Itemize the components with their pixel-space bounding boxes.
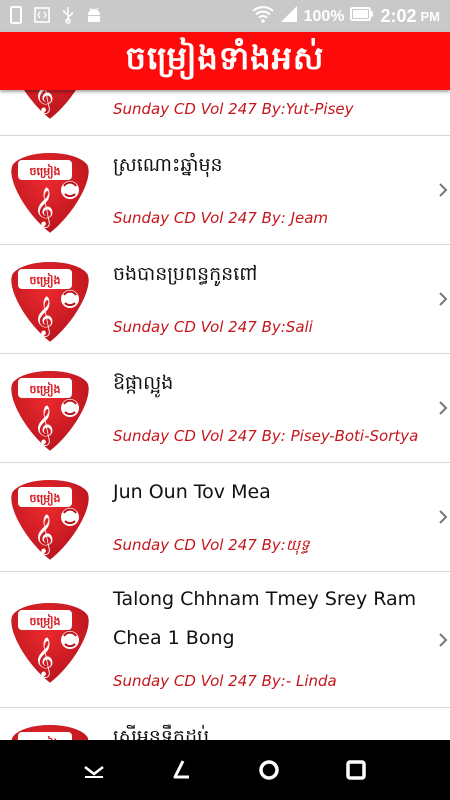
song-title: Jun Oun Tov Mea [113, 481, 271, 503]
recents-slash-icon[interactable] [166, 755, 196, 785]
app-header: ចម្រៀងទាំងអស់ [0, 32, 450, 90]
status-bar: 100% 2:02 PM [0, 0, 450, 32]
home-circle-icon[interactable] [254, 755, 284, 785]
guitar-pick-music-logo-icon: ចម្រៀង 𝄞 [9, 260, 91, 345]
thumb-label: ចម្រៀង [30, 491, 61, 506]
treble-clef-icon: 𝄞 [34, 90, 54, 114]
treble-clef-icon: 𝄞 [34, 405, 54, 446]
treble-clef-icon: 𝄞 [34, 637, 54, 678]
guitar-pick-music-logo-icon: ចម្រៀង 𝄞 [9, 478, 91, 563]
guitar-pick-music-logo-icon: ចម្រៀង𝄞 [22, 90, 78, 121]
song-subtitle: Sunday CD Vol 247 By:- Linda [113, 672, 337, 690]
song-list-item[interactable]: ចម្រៀង 𝄞 ស្រណោះឆ្នាំមុន Sunday CD Vol 247 B… [0, 136, 450, 245]
battery-percent: 100% [303, 7, 345, 25]
song-thumbnail: ចម្រៀង 𝄞 [4, 471, 96, 563]
song-list-item[interactable]: ចម្រៀង 𝄞 Jun Oun Tov Mea Sunday CD Vol 247 … [0, 463, 450, 572]
song-subtitle: Sunday CD Vol 247 By:យុទ្ធ [113, 536, 310, 554]
thumb-label: ចម្រៀង [30, 164, 61, 179]
song-subtitle: Sunday CD Vol 247 By: Jeam [113, 209, 329, 227]
song-thumbnail: ចម្រៀង 𝄞 [4, 362, 96, 454]
phone-icon [8, 6, 24, 24]
page-title: ចម្រៀងទាំងអស់ [125, 38, 325, 77]
clock-ampm: PM [420, 9, 441, 24]
wifi-icon [251, 5, 274, 28]
android-icon [86, 6, 102, 24]
song-thumbnail: ចម្រៀង𝄞 [4, 90, 96, 122]
song-list-content: ចម្រៀង𝄞Sunday CD Vol 247 By:Yut-Piseyចម្… [0, 90, 450, 740]
chevron-right-icon [438, 182, 448, 198]
chevron-right-icon [438, 400, 448, 416]
clock-time: 2:02 [380, 6, 417, 26]
guitar-pick-music-logo-icon: ចម្រៀង 𝄞 [9, 151, 91, 236]
battery-icon [350, 7, 374, 26]
guitar-pick-music-logo-icon: ចម្រៀង 𝄞 [9, 369, 91, 454]
song-list-item[interactable]: ចម្រៀង𝄞 Sunday CD Vol 247 By:Yut-Pisey [0, 90, 450, 136]
overview-square-icon[interactable] [341, 755, 371, 785]
song-list-item[interactable]: ចម្រៀង 𝄞 ចងបានប្រពន្ធកូនពៅ Sunday CD Vol 24… [0, 245, 450, 354]
song-title: ស្រីអូនទឹកដប់ [113, 726, 210, 740]
song-title: ឱផ្កាល្អូង [113, 372, 174, 394]
song-thumbnail: ចម្រៀង 𝄞 [4, 253, 96, 345]
status-notification-icons [8, 6, 102, 24]
code-icon [34, 6, 50, 24]
navigation-bar [0, 740, 450, 800]
back-chevron-icon[interactable] [79, 755, 109, 785]
chevron-right-icon [438, 291, 448, 307]
song-list-item[interactable]: ចម្រៀង 𝄞 Talong Chhnam Tmey Srey Ram Chea … [0, 572, 450, 708]
song-thumbnail: ចម្រៀង 𝄞 [4, 594, 96, 686]
thumb-label: ចម្រៀង [30, 382, 61, 397]
usb-icon [60, 6, 76, 24]
treble-clef-icon: 𝄞 [34, 296, 54, 337]
song-thumbnail: ចម្រៀង 𝄞 [4, 144, 96, 236]
chevron-right-icon [438, 632, 448, 648]
song-subtitle: Sunday CD Vol 247 By:Yut-Pisey [113, 100, 354, 118]
song-title: ចងបានប្រពន្ធកូនពៅ [113, 263, 258, 285]
thumb-label: ចម្រៀង [30, 273, 61, 288]
chevron-right-icon [438, 509, 448, 525]
thumb-label: ចម្រៀង [30, 614, 61, 629]
song-list[interactable]: ចម្រៀង𝄞Sunday CD Vol 247 By:Yut-Piseyចម្… [0, 90, 450, 740]
song-subtitle: Sunday CD Vol 247 By:Sali [113, 318, 313, 336]
treble-clef-icon: 𝄞 [34, 187, 54, 228]
signal-icon [280, 5, 298, 28]
treble-clef-icon: 𝄞 [34, 514, 54, 555]
status-system-area: 100% 2:02 PM [251, 5, 441, 28]
song-thumbnail: ចម្រៀង𝄞 [4, 716, 96, 740]
guitar-pick-music-logo-icon: ចម្រៀង 𝄞 [9, 600, 91, 685]
song-title: ស្រណោះឆ្នាំមុន [113, 154, 223, 176]
song-list-item[interactable]: ចម្រៀង 𝄞 ឱផ្កាល្អូង Sunday CD Vol 247 By: P… [0, 354, 450, 463]
guitar-pick-music-logo-icon: ចម្រៀង𝄞 [9, 723, 91, 740]
song-list-item[interactable]: ចម្រៀង𝄞 ស្រីអូនទឹកដប់ [0, 708, 450, 740]
song-subtitle: Sunday CD Vol 247 By: Pisey-Boti-Sortya [113, 427, 419, 445]
song-title: Talong Chhnam Tmey Srey Ram Chea 1 Bong [113, 588, 417, 649]
